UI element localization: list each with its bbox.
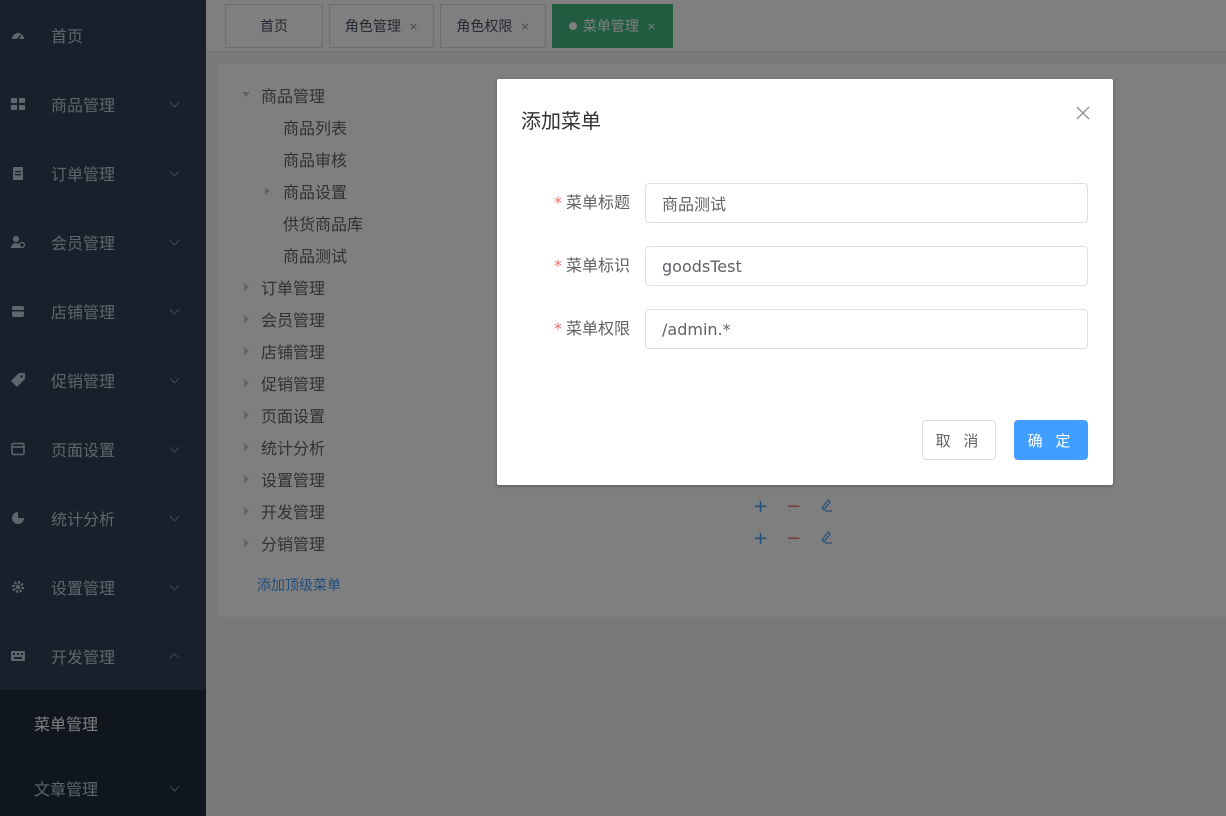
dialog-title: 添加菜单	[521, 109, 601, 133]
field-label: * 菜单标识	[553, 256, 630, 275]
cancel-button[interactable]: 取 消	[922, 420, 996, 460]
form-row-title: * 菜单标题	[497, 183, 1113, 223]
required-mark: *	[553, 256, 562, 275]
menu-title-input[interactable]	[645, 183, 1088, 223]
required-mark: *	[553, 193, 562, 212]
field-label: * 菜单标题	[553, 193, 630, 212]
menu-key-input[interactable]	[645, 246, 1088, 286]
menu-permission-input[interactable]	[645, 309, 1088, 349]
confirm-button[interactable]: 确 定	[1014, 420, 1088, 460]
field-label: * 菜单权限	[553, 319, 630, 338]
add-menu-dialog: 添加菜单 *菜单标题 *菜单标识 *菜单权限 取 消 确 定	[497, 79, 1113, 485]
form-row-key: * 菜单标识	[497, 246, 1113, 286]
required-mark: *	[553, 319, 562, 338]
close-icon[interactable]	[1073, 103, 1093, 123]
form-row-permission: * 菜单权限	[497, 309, 1113, 349]
